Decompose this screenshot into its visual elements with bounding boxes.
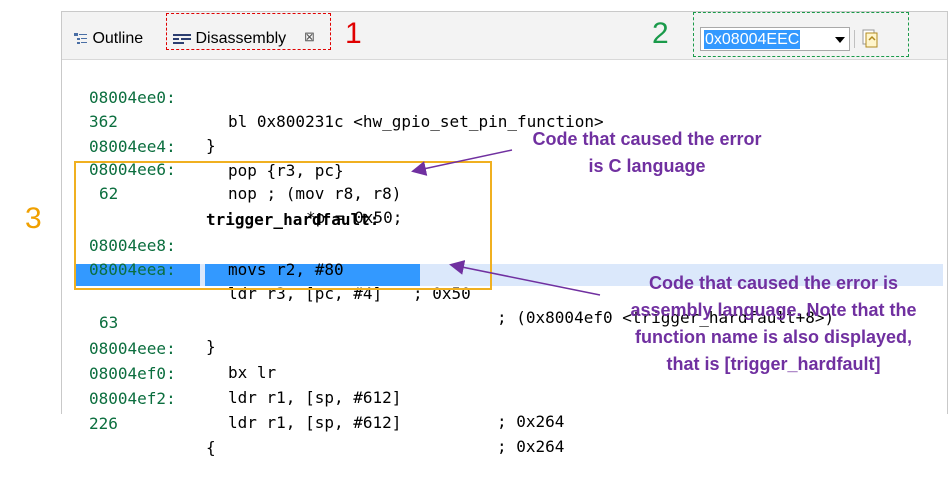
code-line[interactable]: 08004ee0: bl 0x800231c <hw_gpio_set_pin_… xyxy=(77,62,604,131)
tab-outline[interactable]: Outline xyxy=(74,28,143,50)
tab-highlight-box xyxy=(166,13,331,50)
line-source: { xyxy=(206,438,216,457)
note-line: that is [trigger_hardfault] xyxy=(666,354,881,374)
line-instruction: strb r2, [r3, #0] xyxy=(228,313,392,332)
callout-number-2: 2 xyxy=(652,17,669,50)
note-line: Code that caused the error is xyxy=(648,273,899,293)
code-line[interactable]: 08004ee4: pop {r3, pc} xyxy=(77,111,344,180)
code-line[interactable]: 226 { xyxy=(77,388,216,457)
code-line[interactable]: 63 } xyxy=(77,287,216,356)
note-line: assembly language. Note that the xyxy=(630,300,917,320)
c-language-note: Code that caused the error is C language xyxy=(487,126,807,180)
note-line: is C language xyxy=(588,156,706,176)
code-line[interactable]: 08004ee6: nop ; (mov r8, r8) xyxy=(77,134,401,203)
line-instruction: bx lr xyxy=(228,363,277,382)
line-comment: ; 0x264 xyxy=(497,437,565,456)
line-instruction: ldr r1, [sp, #612] xyxy=(228,388,402,407)
address-highlight-box xyxy=(693,12,909,57)
code-line[interactable]: 362 } xyxy=(77,86,216,155)
note-line: function name is also displayed, xyxy=(634,327,913,347)
line-source: } xyxy=(206,337,216,356)
fault-code-highlight-box xyxy=(74,161,492,290)
outline-icon xyxy=(74,32,87,44)
note-line: Code that caused the error xyxy=(532,129,762,149)
callout-number-3: 3 xyxy=(25,202,42,235)
code-line[interactable]: 08004eee: bx lr xyxy=(77,313,276,382)
assembly-note: Code that caused the error is assembly l… xyxy=(601,270,946,378)
line-source: } xyxy=(206,136,216,155)
line-comment: ; 0x264 xyxy=(497,412,565,431)
code-line[interactable]: 08004ef2: ldr r1, [sp, #612] ; 0x264 xyxy=(77,363,564,456)
tab-outline-label: Outline xyxy=(92,30,144,47)
source-line-number: 226 xyxy=(89,414,118,433)
code-line[interactable]: 08004ef0: ldr r1, [sp, #612] ; 0x264 xyxy=(77,338,564,431)
callout-number-1: 1 xyxy=(345,17,362,50)
